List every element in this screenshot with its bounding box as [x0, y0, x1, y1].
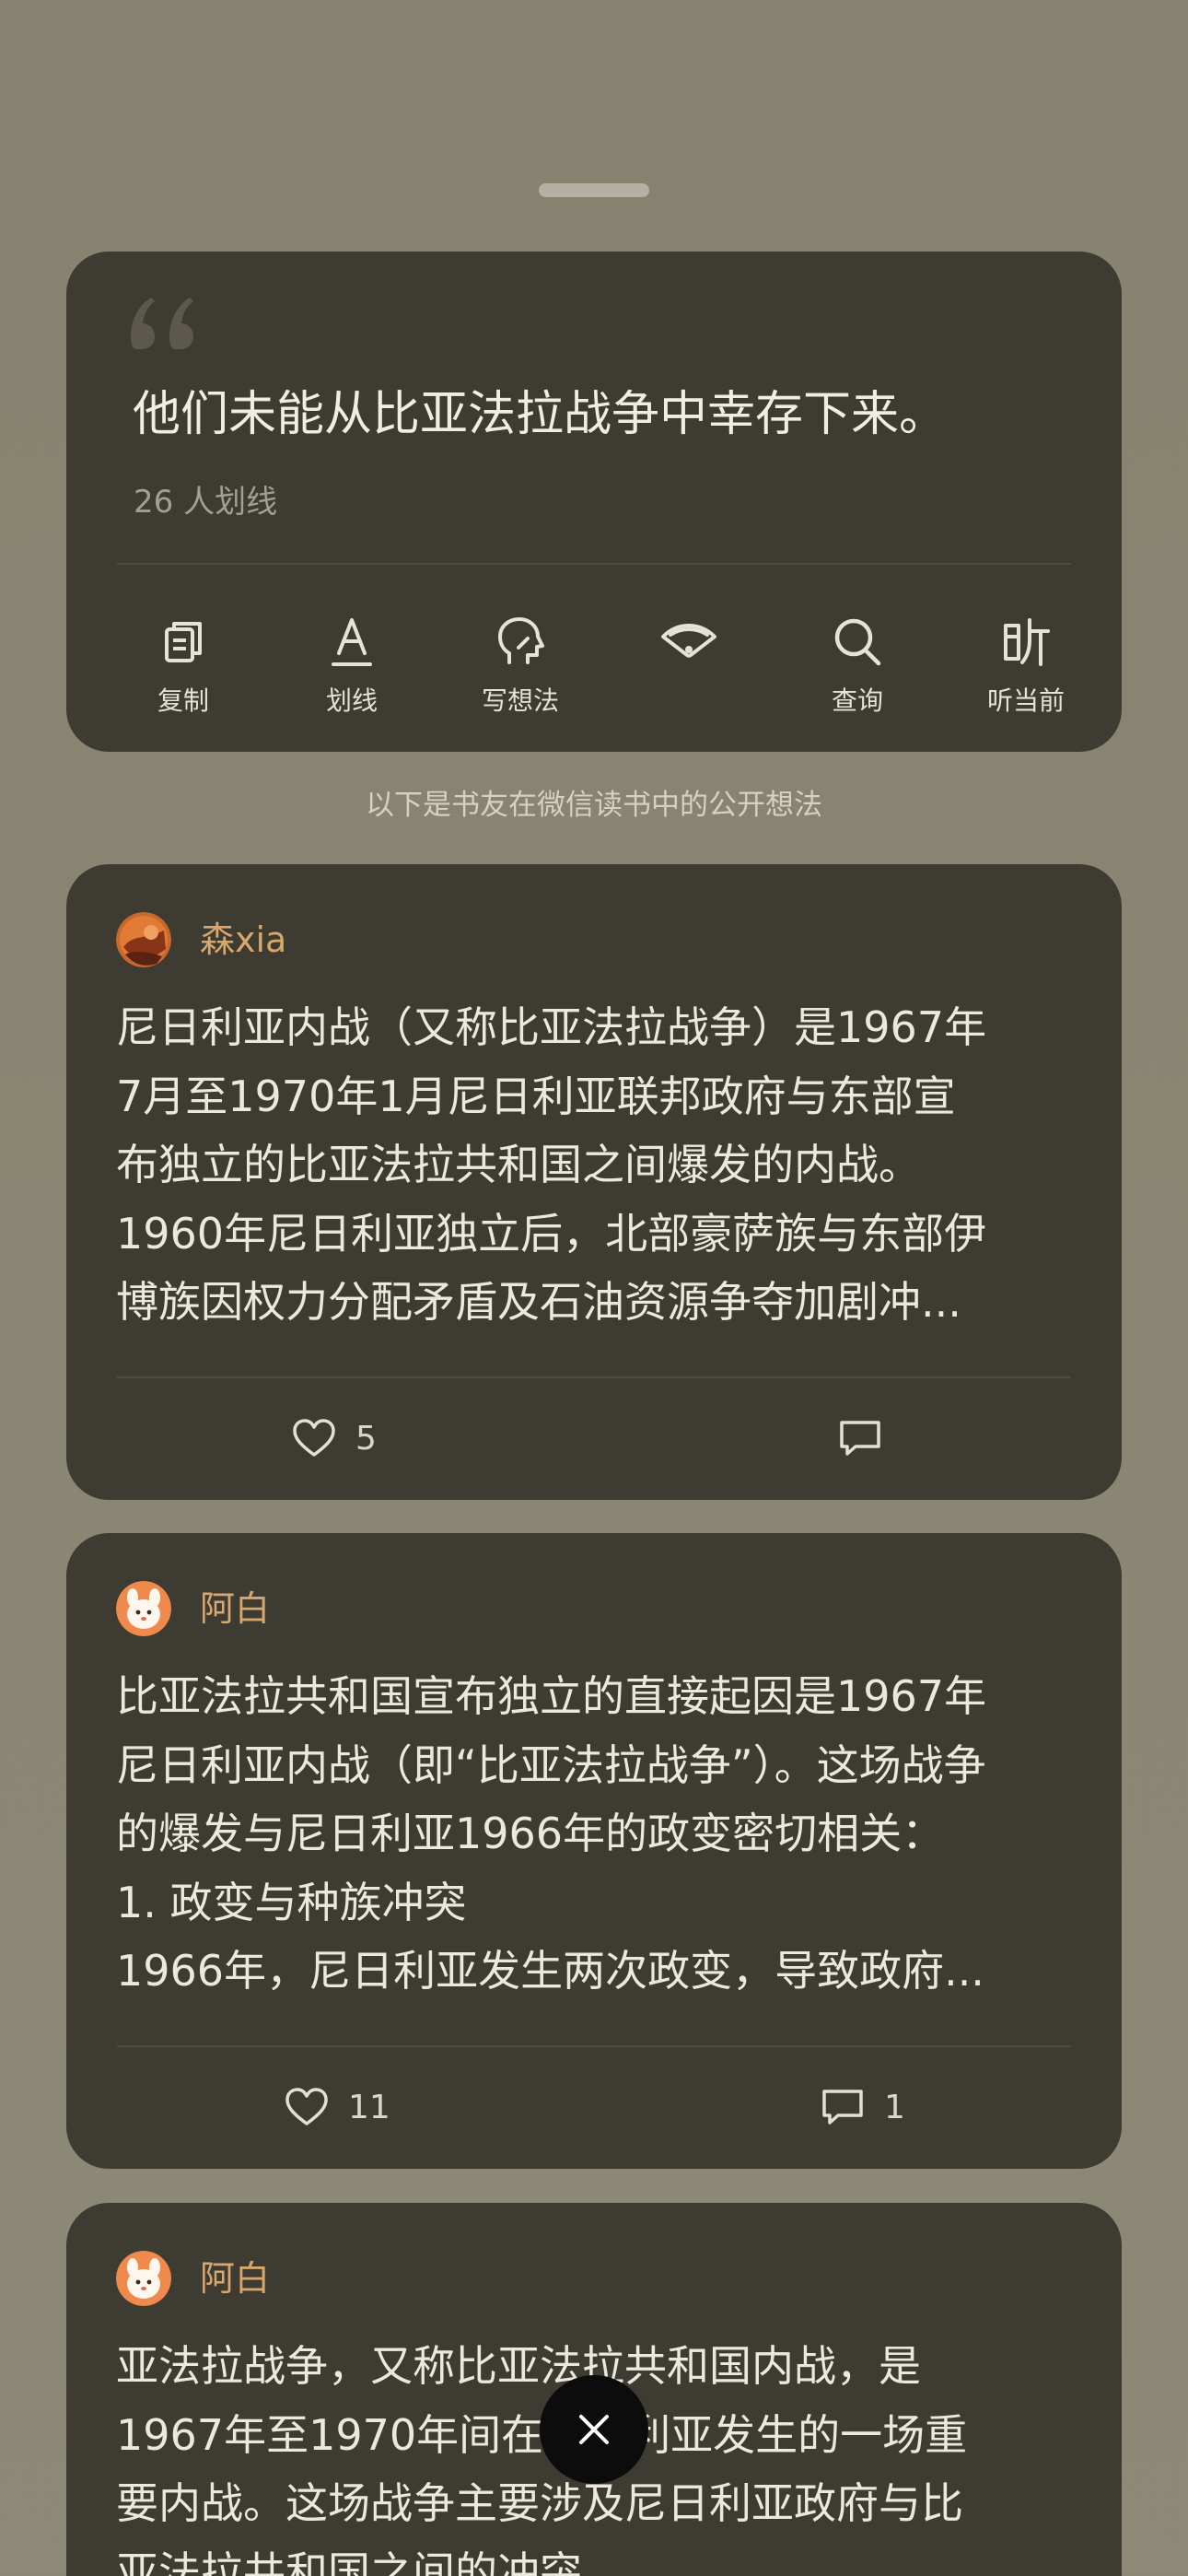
comment-text[interactable]: 尼日利亚内战（又称比亚法拉战争）是1967年 7月至1970年1月尼日利亚联邦政…	[116, 993, 1081, 1337]
comment-card[interactable]: 森xia 尼日利亚内战（又称比亚法拉战争）是1967年 7月至1970年1月尼日…	[66, 864, 1122, 1500]
user-avatar-image	[116, 1581, 171, 1636]
copy-icon	[165, 622, 202, 662]
comment-text[interactable]: 比亚法拉共和国宣布独立的直接起因是1967年 尼日利亚内战（即“比亚法拉战争”）…	[116, 1662, 1081, 2006]
avatar[interactable]	[116, 2251, 171, 2306]
comment-icon	[822, 2090, 863, 2125]
quote-text: 他们未能从比亚法拉战争中幸存下来。	[133, 387, 948, 442]
write-thought-button[interactable]: 写想法	[437, 594, 603, 732]
comment-line: 博族因权力分配矛盾及石油资源争夺加剧冲...	[116, 1277, 961, 1327]
avatar[interactable]	[116, 1581, 171, 1636]
quote-mark-icon	[131, 298, 193, 349]
write-thought-icon	[498, 617, 544, 664]
like-button[interactable]: 11	[284, 2047, 390, 2167]
heart-icon	[293, 1419, 335, 1457]
search-icon	[834, 618, 881, 666]
reply-count: 1	[884, 2088, 905, 2126]
username[interactable]: 森xia	[200, 918, 286, 962]
close-button[interactable]	[540, 2375, 648, 2484]
user-avatar-image	[116, 912, 171, 967]
heart-icon	[285, 2088, 328, 2125]
sheet-grabber-handle[interactable]	[539, 183, 649, 197]
underline-label: 划线	[325, 685, 378, 716]
comment-line: 的爆发与尼日利亚1966年的政变密切相关：	[116, 1809, 945, 1858]
divider	[117, 563, 1071, 565]
listen-button[interactable]: 听当前	[943, 594, 1109, 732]
comment-card[interactable]: 阿白 比亚法拉共和国宣布独立的直接起因是1967年 尼日利亚内战（即“比亚法拉战…	[66, 1533, 1122, 2169]
reply-button[interactable]: 1	[820, 2047, 905, 2167]
comment-line: 亚法拉共和国之间的冲突。	[116, 2547, 624, 2576]
quote-card: 他们未能从比亚法拉战争中幸存下来。 26 人划线 复制 划线 写想法 查询 听当…	[66, 252, 1122, 752]
comment-line: 尼日利亚内战（即“比亚法拉战争”）。这场战争	[116, 1739, 986, 1790]
lookup-label: 查询	[831, 685, 883, 716]
lookup-button[interactable]: 查询	[775, 594, 940, 732]
underline-icon	[332, 618, 372, 666]
like-count: 11	[348, 2088, 390, 2126]
comment-actions: 11 1	[66, 2047, 1122, 2167]
copy-label: 复制	[157, 685, 209, 716]
share-button[interactable]	[606, 594, 772, 732]
write-thought-label: 写想法	[481, 685, 559, 716]
username[interactable]: 阿白	[200, 2256, 270, 2301]
reply-button[interactable]	[837, 1378, 902, 1498]
copy-button[interactable]: 复制	[100, 594, 266, 732]
username[interactable]: 阿白	[200, 1587, 270, 1631]
listen-label: 听当前	[986, 685, 1065, 716]
close-icon	[579, 2415, 609, 2444]
underline-button[interactable]: 划线	[269, 594, 435, 732]
action-toolbar: 复制 划线 写想法 查询 听当前	[66, 594, 1122, 732]
public-thoughts-note: 以下是书友在微信读书中的公开想法	[366, 789, 822, 822]
listen-icon	[1004, 618, 1050, 666]
share-fan-icon	[661, 624, 716, 658]
comment-icon	[840, 1421, 880, 1456]
comment-line: 1960年尼日利亚独立后，北部豪萨族与东部伊	[116, 1208, 987, 1259]
user-avatar-image	[116, 2251, 171, 2306]
comment-line: 布独立的比亚法拉共和国之间爆发的内战。	[116, 1140, 921, 1189]
highlight-count: 26 人划线	[134, 484, 278, 521]
like-button[interactable]: 5	[291, 1378, 377, 1498]
comment-line: 1966年，尼日利亚发生两次政变，导致政府...	[116, 1946, 984, 1996]
comment-line: 7月至1970年1月尼日利亚联邦政府与东部宣	[116, 1071, 956, 1121]
comment-line: 尼日利亚内战（又称比亚法拉战争）是1967年	[116, 1002, 987, 1052]
comment-actions: 5	[66, 1378, 1122, 1498]
comment-line: 1. 政变与种族冲突	[116, 1877, 467, 1927]
avatar[interactable]	[116, 912, 171, 967]
like-count: 5	[355, 1419, 377, 1458]
comment-line: 比亚法拉共和国宣布独立的直接起因是1967年	[116, 1671, 987, 1721]
